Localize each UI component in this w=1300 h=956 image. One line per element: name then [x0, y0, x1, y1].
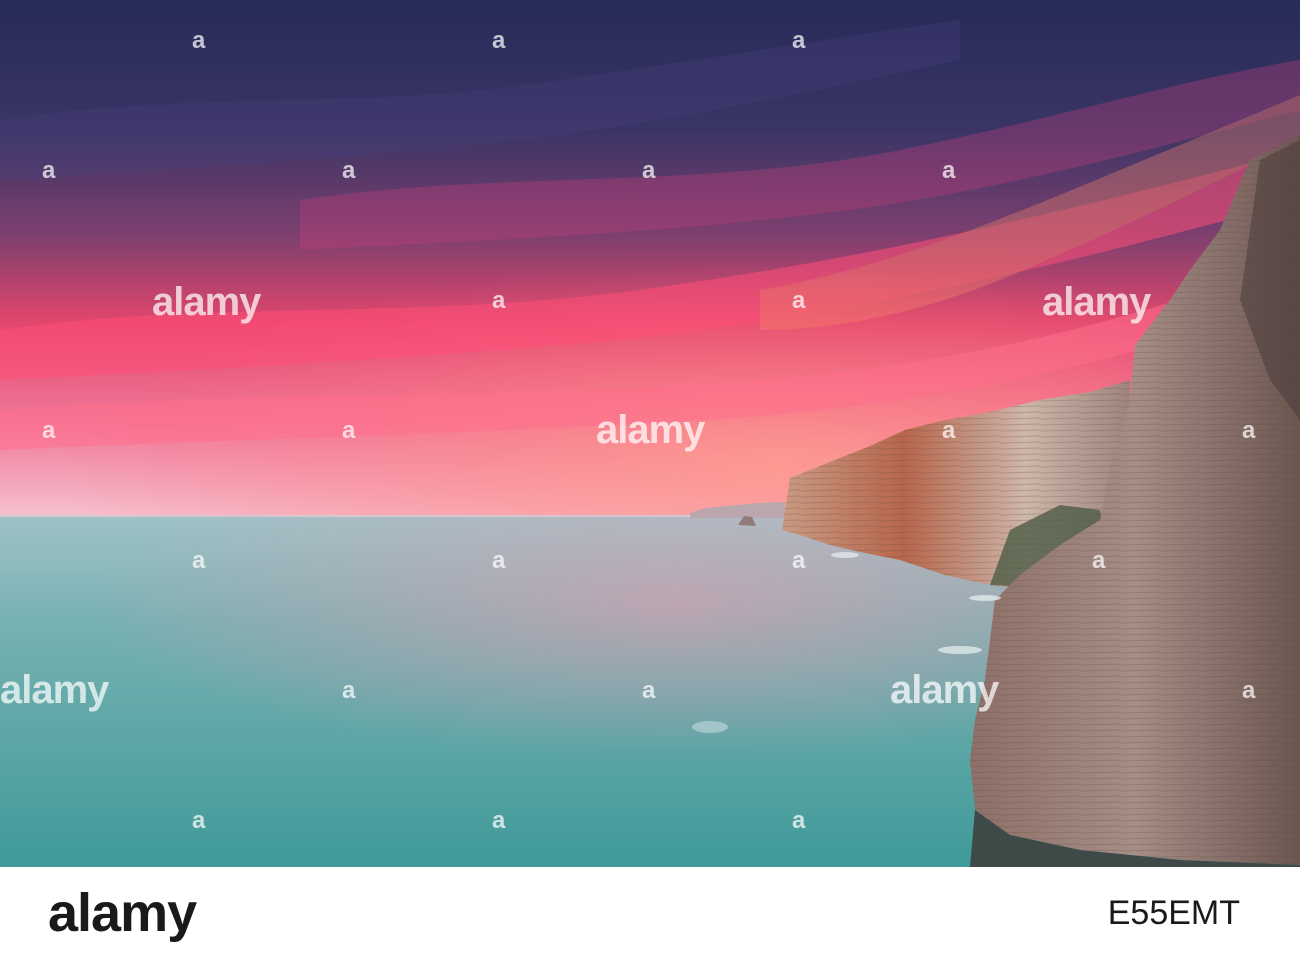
watermark-letter: a	[192, 807, 206, 834]
watermark-letter: a	[42, 157, 56, 184]
watermark-letter: a	[42, 417, 56, 444]
watermark-letter: a	[342, 417, 356, 444]
watermark-letter: a	[792, 27, 806, 54]
watermark-letter: a	[492, 287, 506, 314]
watermark-letter: a	[492, 27, 506, 54]
watermark-letter: a	[1242, 417, 1256, 444]
watermark-letter: a	[492, 807, 506, 834]
watermark: alamy	[1042, 280, 1151, 324]
footer-bar: alamy E55EMT	[0, 867, 1300, 956]
watermark: alamy	[890, 668, 999, 712]
watermark: alamy	[596, 408, 705, 452]
watermark-letter: a	[342, 157, 356, 184]
watermark-letter: a	[642, 677, 656, 704]
photo: alamy alamy alamy alamy alamy a a a a a …	[0, 0, 1300, 867]
image-id: E55EMT	[1107, 894, 1240, 932]
watermark-letter: a	[792, 807, 806, 834]
brand-logo: alamy	[48, 883, 197, 943]
watermark-letter: a	[1092, 547, 1106, 574]
watermark-letter: a	[942, 417, 956, 444]
watermark-letter: a	[192, 547, 206, 574]
watermark-letter: a	[792, 547, 806, 574]
watermark: alamy	[0, 668, 109, 712]
watermark-letter: a	[1242, 677, 1256, 704]
watermark-letter: a	[342, 677, 356, 704]
watermark: alamy	[152, 280, 261, 324]
watermark-letter: a	[792, 287, 806, 314]
watermark-letter: a	[642, 157, 656, 184]
watermark-letter: a	[492, 547, 506, 574]
watermark-letter: a	[192, 27, 206, 54]
watermark-letter: a	[942, 157, 956, 184]
